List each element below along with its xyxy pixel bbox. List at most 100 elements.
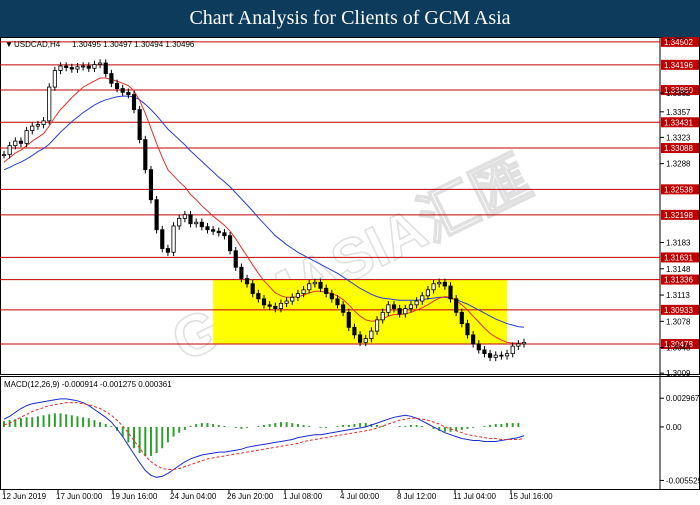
usdcad-chart: GCMASIA汇匯 1.345021.341961.338601.334311.…	[0, 33, 700, 501]
time-tick-label: 12 Jun 2019	[2, 492, 47, 500]
macd-signal-line	[3, 402, 525, 470]
candle-body	[442, 281, 447, 287]
candle-body	[199, 221, 204, 228]
time-tick-label: 8 Jul 12:00	[397, 492, 437, 500]
price-tick-label: 1.3113	[666, 291, 690, 300]
candle-body	[256, 293, 261, 300]
candle-body	[476, 343, 481, 351]
candle-body	[267, 304, 272, 307]
candle-body	[52, 70, 57, 88]
candle-body	[216, 230, 221, 234]
candle-body	[521, 341, 527, 345]
candle-body	[465, 323, 470, 336]
candle-body	[448, 285, 453, 300]
candle-body	[312, 281, 317, 285]
candle-body	[324, 287, 329, 294]
time-tick-label: 15 Jul 16:00	[509, 492, 553, 500]
candle-body	[290, 296, 295, 302]
candle-body	[182, 214, 187, 219]
level-label: 1.32538	[664, 185, 693, 194]
candle-body	[335, 298, 340, 306]
candle-body	[261, 298, 267, 306]
candle-body	[358, 334, 363, 343]
level-label: 1.34196	[664, 61, 693, 70]
candle-body	[397, 308, 402, 315]
candle-body	[81, 65, 86, 68]
price-tick-label: 1.3148	[666, 265, 691, 274]
candle-body	[318, 281, 323, 289]
candle-body	[35, 124, 40, 127]
candle-body	[18, 140, 24, 144]
candle-body	[188, 214, 193, 225]
candle-body	[41, 120, 46, 126]
candle-body	[284, 300, 289, 304]
candle-body	[171, 225, 176, 253]
candle-body	[454, 298, 459, 313]
candle-body	[98, 62, 103, 65]
level-label: 1.31336	[664, 276, 693, 285]
price-tick-label: 1.3043	[666, 344, 691, 353]
candle-body	[374, 319, 380, 332]
candle-body	[160, 229, 165, 249]
price-tick-label: 1.3382	[666, 89, 691, 98]
candle-body	[239, 266, 244, 279]
candle-body	[363, 338, 368, 343]
price-tick-label: 1.3288	[666, 160, 691, 169]
candle-body	[278, 302, 284, 309]
level-label: 1.31631	[664, 253, 693, 262]
candle-body	[69, 67, 74, 70]
candle-body	[341, 304, 346, 313]
candle-body	[13, 140, 18, 147]
candle-body	[92, 64, 97, 69]
time-tick-label: 4 Jul 00:00	[340, 492, 380, 500]
time-tick-label: 24 Jun 04:00	[170, 492, 217, 500]
candle-body	[403, 308, 408, 315]
candle-body	[233, 250, 238, 268]
macd-line	[3, 398, 525, 478]
price-tick-label: 1.3457	[666, 37, 691, 42]
candle-body	[120, 88, 125, 93]
candle-body	[273, 305, 278, 309]
time-tick-label: 1 Jul 08:00	[283, 492, 323, 500]
candle-body	[131, 94, 137, 110]
candle-body	[103, 62, 108, 74]
candle-body	[7, 145, 12, 156]
candle-body	[228, 235, 233, 252]
candle-body	[504, 353, 510, 357]
candle-body	[126, 91, 131, 95]
candle-body	[437, 281, 442, 285]
price-tick-label: 1.3183	[666, 238, 691, 247]
candle-body	[431, 283, 436, 291]
candle-body	[143, 139, 148, 171]
ohlc-label: 1.30495 1.30497 1.30494 1.30496	[72, 40, 195, 49]
price-tick-label: 1.3009	[666, 369, 691, 378]
candle-body	[250, 283, 255, 294]
candle-body	[408, 304, 414, 309]
candle-body	[244, 278, 250, 285]
candle-body	[114, 82, 120, 89]
candle-body	[307, 283, 312, 291]
candle-body	[137, 109, 142, 141]
time-tick-label: 19 Jun 16:00	[111, 492, 158, 500]
candle-body	[75, 66, 80, 70]
candle-body	[482, 349, 487, 355]
candle-body	[516, 343, 521, 347]
level-label: 1.33431	[664, 118, 693, 127]
candle-body	[86, 65, 91, 69]
time-tick-label: 17 Jun 00:00	[56, 492, 103, 500]
macd-tick-label: 0.00	[666, 423, 682, 432]
candle-body	[510, 345, 515, 355]
symbol-caret-icon[interactable]: ▼	[5, 40, 13, 49]
level-label: 1.33088	[664, 144, 693, 153]
candle-body	[165, 248, 170, 253]
macd-tick-label: -0.005529	[666, 476, 700, 485]
candle-body	[24, 130, 29, 144]
candle-body	[499, 354, 504, 357]
candle-body	[414, 300, 419, 306]
candle-body	[154, 199, 159, 231]
candle-body	[420, 295, 425, 302]
candle-body	[329, 293, 334, 300]
candle-body	[493, 354, 498, 358]
candle-body	[205, 226, 210, 231]
candle-body	[352, 326, 357, 336]
